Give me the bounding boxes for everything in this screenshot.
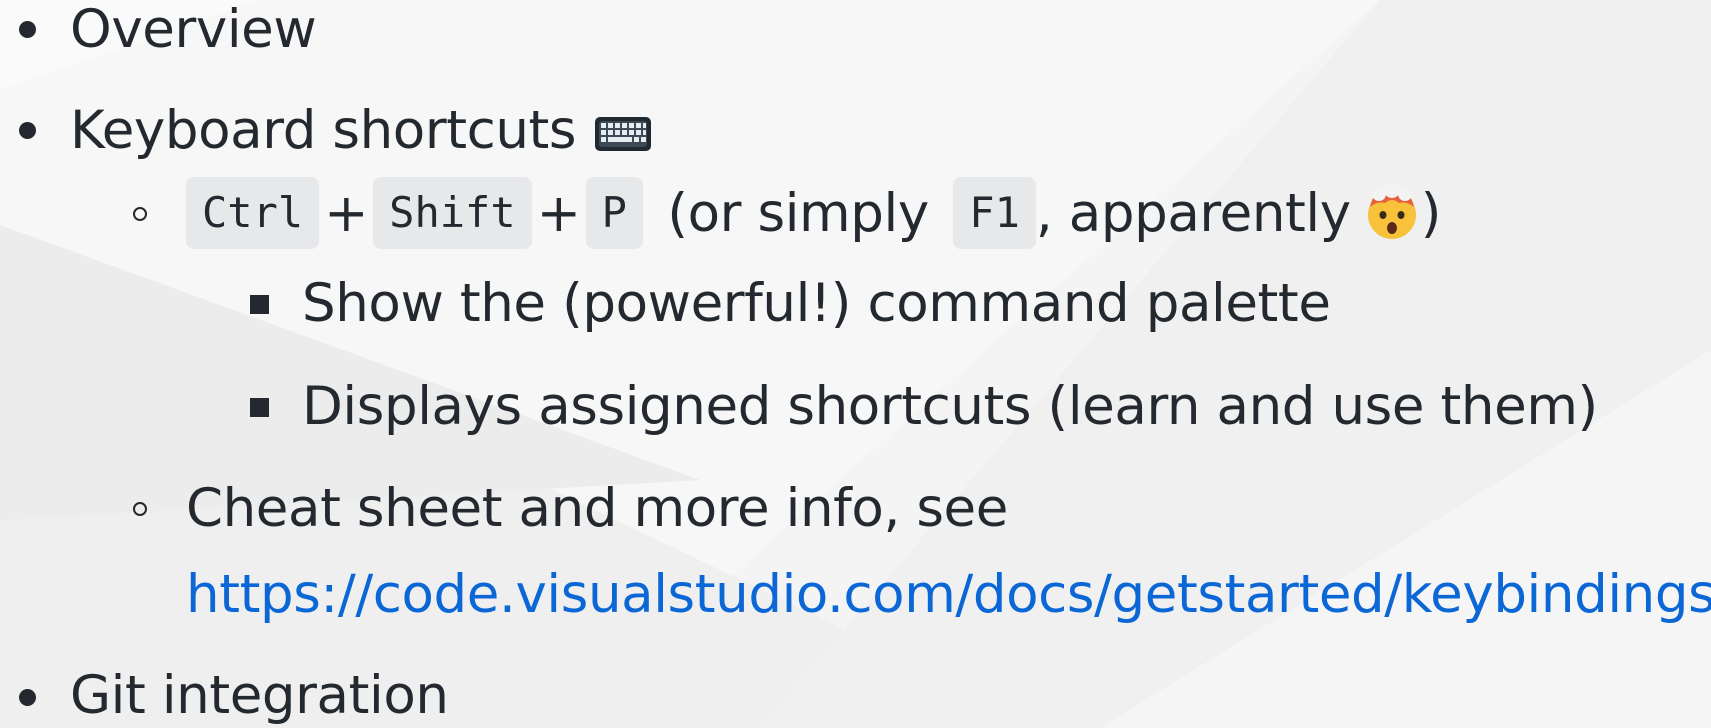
bullet-disc xyxy=(19,21,36,38)
list-item-command-palette: Show the (powerful!) command palette xyxy=(302,272,1331,336)
list-item-keyboard-shortcuts: Keyboard shortcuts xyxy=(70,99,652,163)
kbd-ctrl: Ctrl xyxy=(186,177,320,250)
git-integration-text: Git integration xyxy=(70,665,449,726)
close-paren: ) xyxy=(1420,183,1442,244)
exploding-head-icon xyxy=(1367,183,1416,239)
bullet-disc xyxy=(19,122,36,139)
assigned-shortcuts-text: Displays assigned shortcuts (learn and u… xyxy=(302,376,1598,437)
keyboard-shortcuts-text: Keyboard shortcuts xyxy=(70,100,577,161)
cheat-sheet-text: Cheat sheet and more info, see xyxy=(186,478,1008,539)
overview-text: Overview xyxy=(70,0,317,60)
bullet-disc xyxy=(19,689,36,706)
keyboard-icon xyxy=(595,117,652,151)
plus-sign: + xyxy=(324,183,369,244)
command-palette-text: Show the (powerful!) command palette xyxy=(302,273,1331,334)
bullet-square xyxy=(250,295,269,314)
list-item-assigned-shortcuts: Displays assigned shortcuts (learn and u… xyxy=(302,375,1598,439)
or-simply-text: (or simply xyxy=(667,183,929,244)
apparently-text: , apparently xyxy=(1035,183,1351,244)
kbd-p: P xyxy=(585,177,643,250)
list-item-git-integration: Git integration xyxy=(70,664,449,728)
bullet-circle xyxy=(133,207,147,221)
cheat-sheet-link-line: https://code.visualstudio.com/docs/getst… xyxy=(186,563,1711,627)
list-item-overview: Overview xyxy=(70,0,317,62)
list-item-cheat-sheet: Cheat sheet and more info, see xyxy=(186,477,1008,541)
bullet-circle xyxy=(133,502,147,516)
bullet-square xyxy=(250,398,269,417)
kbd-shift: Shift xyxy=(373,177,532,250)
list-item-shortcut: Ctrl + Shift + P (or simply F1, apparently ) xyxy=(186,177,1442,250)
plus-sign: + xyxy=(536,183,581,244)
kbd-f1: F1 xyxy=(953,177,1036,250)
keybindings-link[interactable]: https://code.visualstudio.com/docs/getst… xyxy=(186,564,1711,625)
